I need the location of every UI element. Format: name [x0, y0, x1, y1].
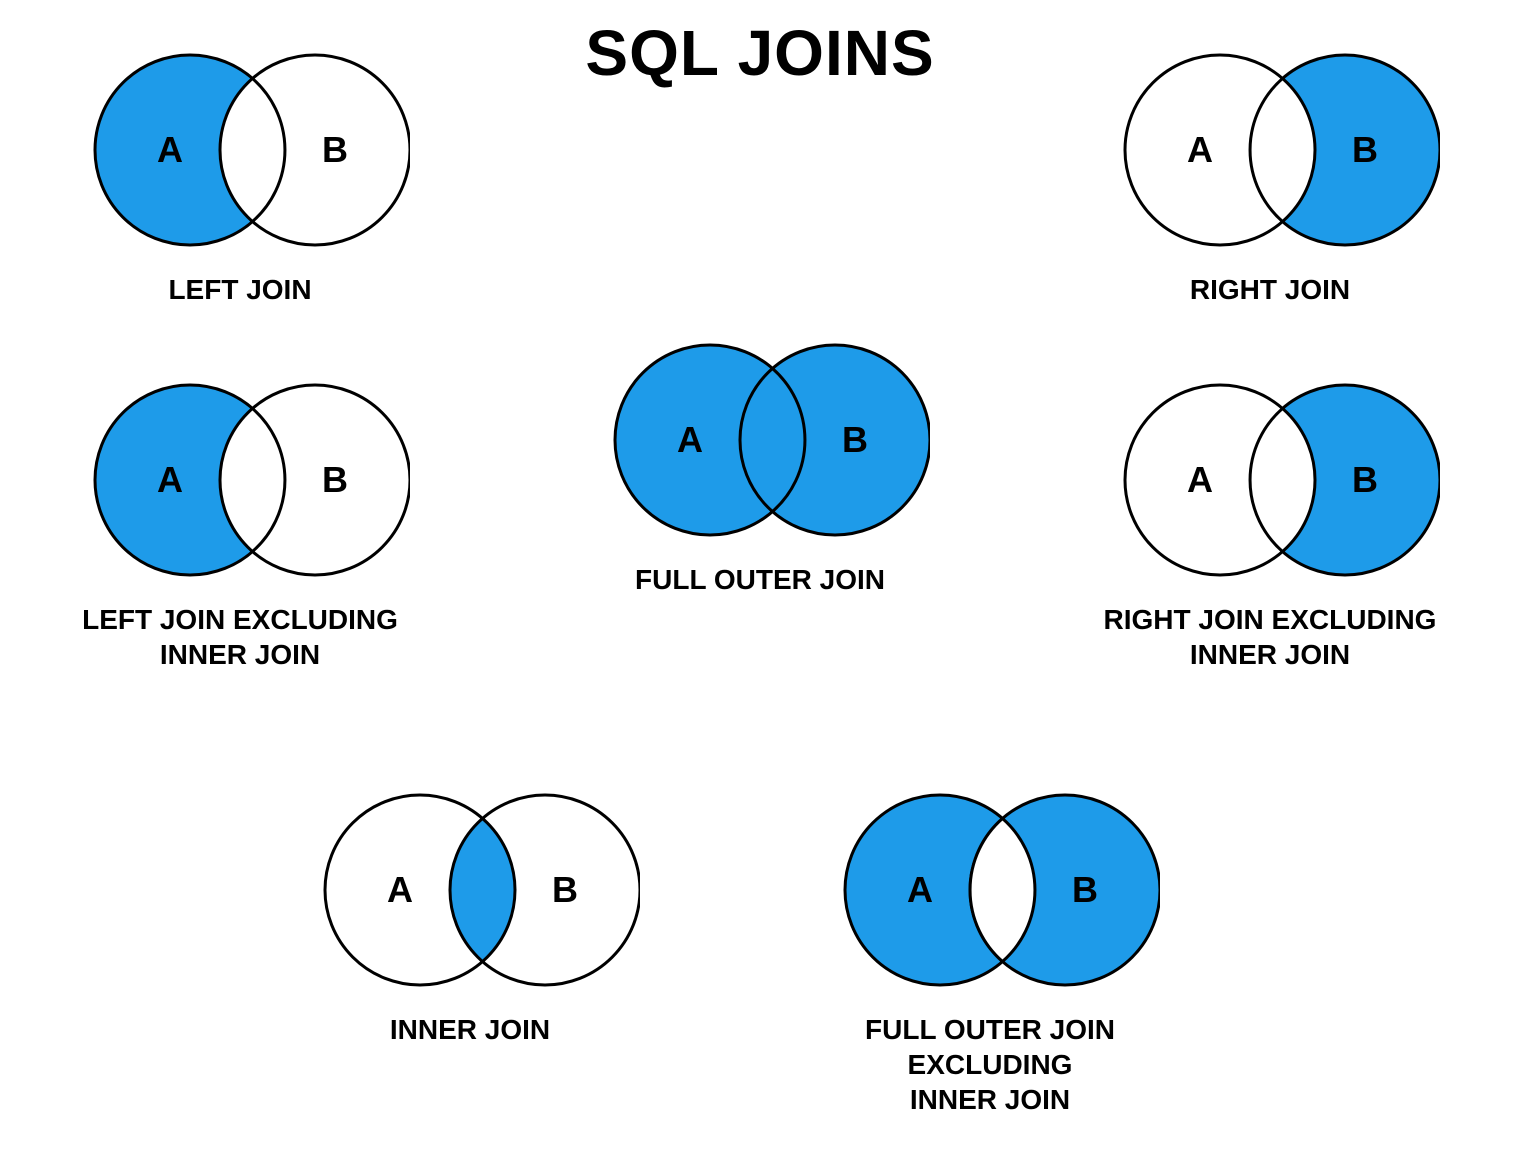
diagram-right-join: A B RIGHT JOIN: [1100, 40, 1440, 307]
label-a: A: [157, 129, 183, 170]
label-a: A: [1187, 129, 1213, 170]
label-a: A: [157, 459, 183, 500]
label-b: B: [552, 869, 578, 910]
sql-joins-cheatsheet: SQL JOINS A B LEFT JOIN A B RIGHT JOIN A: [0, 0, 1520, 1164]
diagram-full-outer-join: A B FULL OUTER JOIN: [590, 330, 930, 597]
caption-inner-join: INNER JOIN: [390, 1012, 550, 1047]
label-b: B: [322, 129, 348, 170]
diagram-right-excl-join: A B RIGHT JOIN EXCLUDING INNER JOIN: [1100, 370, 1440, 672]
label-a: A: [387, 869, 413, 910]
caption-right-excl-join: RIGHT JOIN EXCLUDING INNER JOIN: [1104, 602, 1437, 672]
venn-inner-join: A B: [300, 780, 640, 1000]
venn-left-excl-join: A B: [70, 370, 410, 590]
diagram-inner-join: A B INNER JOIN: [300, 780, 640, 1047]
diagram-full-excl-join: A B FULL OUTER JOIN EXCLUDING INNER JOIN: [780, 780, 1200, 1117]
label-b: B: [322, 459, 348, 500]
label-a: A: [1187, 459, 1213, 500]
venn-left-join: A B: [70, 40, 410, 260]
venn-full-outer-join: A B: [590, 330, 930, 550]
caption-right-join: RIGHT JOIN: [1190, 272, 1350, 307]
venn-full-excl-join: A B: [820, 780, 1160, 1000]
label-b: B: [1352, 459, 1378, 500]
caption-full-excl-join: FULL OUTER JOIN EXCLUDING INNER JOIN: [780, 1012, 1200, 1117]
label-a: A: [677, 419, 703, 460]
diagram-left-excl-join: A B LEFT JOIN EXCLUDING INNER JOIN: [70, 370, 410, 672]
venn-right-excl-join: A B: [1100, 370, 1440, 590]
caption-full-outer-join: FULL OUTER JOIN: [635, 562, 885, 597]
diagram-left-join: A B LEFT JOIN: [70, 40, 410, 307]
label-b: B: [842, 419, 868, 460]
caption-left-join: LEFT JOIN: [168, 272, 311, 307]
label-b: B: [1352, 129, 1378, 170]
label-a: A: [907, 869, 933, 910]
caption-left-excl-join: LEFT JOIN EXCLUDING INNER JOIN: [82, 602, 398, 672]
venn-right-join: A B: [1100, 40, 1440, 260]
label-b: B: [1072, 869, 1098, 910]
